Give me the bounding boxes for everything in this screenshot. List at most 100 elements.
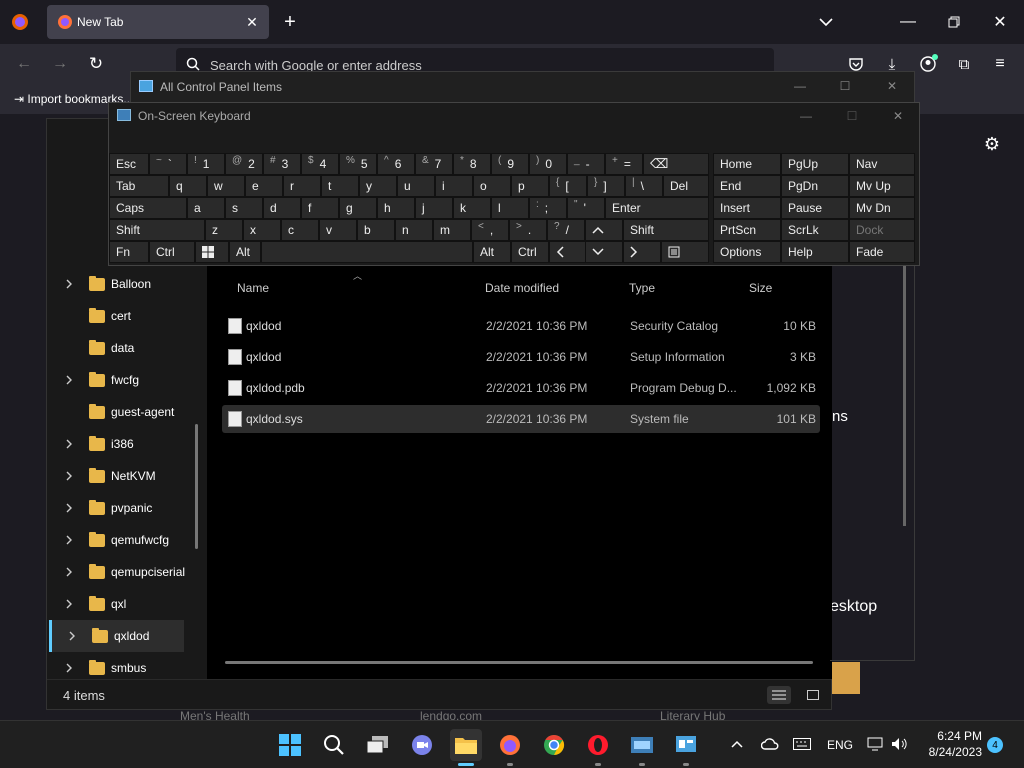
- key[interactable]: a: [187, 197, 225, 219]
- key[interactable]: p: [511, 175, 549, 197]
- key[interactable]: | \: [625, 175, 663, 197]
- chevron-right-icon[interactable]: [49, 471, 89, 481]
- show-hidden-icons-chevron-icon[interactable]: [728, 735, 746, 753]
- nav-key[interactable]: End: [713, 175, 781, 197]
- key[interactable]: f: [301, 197, 339, 219]
- caps-key[interactable]: Caps: [109, 197, 187, 219]
- chevron-right-icon[interactable]: [49, 663, 89, 673]
- gear-icon[interactable]: ⚙: [980, 132, 1004, 156]
- chevron-right-icon[interactable]: [49, 535, 89, 545]
- start-windows-icon[interactable]: [274, 729, 306, 761]
- key[interactable]: x: [243, 219, 281, 241]
- key[interactable]: d: [263, 197, 301, 219]
- key[interactable]: s: [225, 197, 263, 219]
- new-tab-icon[interactable]: +: [278, 10, 302, 34]
- key[interactable]: ) 0: [529, 153, 567, 175]
- nav-key[interactable]: Pause: [781, 197, 849, 219]
- key[interactable]: " ': [567, 197, 605, 219]
- opera-taskbar-icon[interactable]: [582, 729, 614, 766]
- key[interactable]: * 8: [453, 153, 491, 175]
- key[interactable]: _ -: [567, 153, 605, 175]
- keyboard-tray-icon[interactable]: [792, 735, 812, 753]
- key[interactable]: r: [283, 175, 321, 197]
- chevron-right-icon[interactable]: [49, 567, 89, 577]
- key[interactable]: v: [319, 219, 357, 241]
- key[interactable]: k: [453, 197, 491, 219]
- minimize-icon[interactable]: —: [797, 107, 815, 125]
- key[interactable]: }]: [587, 175, 625, 197]
- minimize-icon[interactable]: —: [896, 10, 920, 34]
- key[interactable]: e: [245, 175, 283, 197]
- back-icon[interactable]: ←: [12, 52, 36, 76]
- arrow-down-key[interactable]: [585, 241, 623, 263]
- nav-key[interactable]: PgDn: [781, 175, 849, 197]
- key[interactable]: o: [473, 175, 511, 197]
- clock-time[interactable]: 6:24 PM: [926, 729, 982, 743]
- shift-key[interactable]: Shift: [623, 219, 709, 241]
- nav-key[interactable]: Help: [781, 241, 849, 263]
- details-view-icon[interactable]: [767, 686, 791, 704]
- clock-date[interactable]: 8/24/2023: [922, 745, 982, 759]
- key[interactable]: (9: [491, 153, 529, 175]
- on-screen-keyboard-taskbar-icon[interactable]: [626, 729, 658, 766]
- key[interactable]: c: [281, 219, 319, 241]
- tiles-view-icon[interactable]: [801, 686, 825, 704]
- esc-key[interactable]: Esc: [109, 153, 149, 175]
- key[interactable]: ! 1: [187, 153, 225, 175]
- close-tab-icon[interactable]: ✕: [243, 13, 261, 31]
- key[interactable]: j: [415, 197, 453, 219]
- chevron-right-icon[interactable]: [52, 631, 92, 641]
- key[interactable]: ^ 6: [377, 153, 415, 175]
- nav-key[interactable]: ScrLk: [781, 219, 849, 241]
- onedrive-cloud-icon[interactable]: [760, 735, 780, 753]
- network-icon[interactable]: [866, 735, 886, 753]
- chevron-right-icon[interactable]: [49, 599, 89, 609]
- nav-key[interactable]: Mv Up: [849, 175, 915, 197]
- forward-icon[interactable]: →: [48, 52, 72, 76]
- browser-tab-new-tab[interactable]: New Tab ✕: [47, 5, 269, 39]
- key[interactable]: {[: [549, 175, 587, 197]
- enter-key[interactable]: Enter: [605, 197, 709, 219]
- key[interactable]: :;: [529, 197, 567, 219]
- app-menu-icon[interactable]: ≡: [990, 52, 1010, 76]
- search-icon[interactable]: [318, 729, 350, 761]
- ctrl-key[interactable]: Ctrl: [511, 241, 549, 263]
- list-tabs-chevron-icon[interactable]: [814, 10, 838, 34]
- nav-key[interactable]: Options: [713, 241, 781, 263]
- volume-icon[interactable]: [890, 735, 910, 753]
- key[interactable]: u: [397, 175, 435, 197]
- control-panel-taskbar-icon[interactable]: [670, 729, 702, 766]
- tab-key[interactable]: Tab: [109, 175, 169, 197]
- extensions-icon[interactable]: ⧉: [954, 52, 974, 76]
- nav-key[interactable]: Home: [713, 153, 781, 175]
- control-panel-scrollbar[interactable]: [903, 266, 906, 526]
- key[interactable]: + =: [605, 153, 643, 175]
- firefox-taskbar-icon[interactable]: [494, 729, 526, 766]
- chevron-right-icon[interactable]: [49, 503, 89, 513]
- key[interactable]: t: [321, 175, 359, 197]
- key[interactable]: h: [377, 197, 415, 219]
- key[interactable]: m: [433, 219, 471, 241]
- chevron-right-icon[interactable]: [49, 279, 89, 289]
- nav-key[interactable]: Nav: [849, 153, 915, 175]
- key[interactable]: >.: [509, 219, 547, 241]
- arrow-up-key[interactable]: [585, 219, 623, 241]
- menu-key[interactable]: [661, 241, 709, 263]
- teams-chat-icon[interactable]: [406, 729, 438, 761]
- arrow-left-key[interactable]: [549, 241, 587, 263]
- key[interactable]: ? /: [547, 219, 585, 241]
- key[interactable]: ~ `: [149, 153, 187, 175]
- alt-key[interactable]: Alt: [473, 241, 511, 263]
- key[interactable]: #3: [263, 153, 301, 175]
- windows-key[interactable]: [195, 241, 229, 263]
- key[interactable]: q: [169, 175, 207, 197]
- key[interactable]: % 5: [339, 153, 377, 175]
- close-icon[interactable]: ✕: [889, 107, 907, 125]
- firefox-menu-icon[interactable]: [8, 10, 32, 34]
- key[interactable]: y: [359, 175, 397, 197]
- close-window-icon[interactable]: ✕: [988, 10, 1012, 34]
- key[interactable]: n: [395, 219, 433, 241]
- delete-key[interactable]: Del: [663, 175, 709, 197]
- key[interactable]: $4: [301, 153, 339, 175]
- alt-key[interactable]: Alt: [229, 241, 261, 263]
